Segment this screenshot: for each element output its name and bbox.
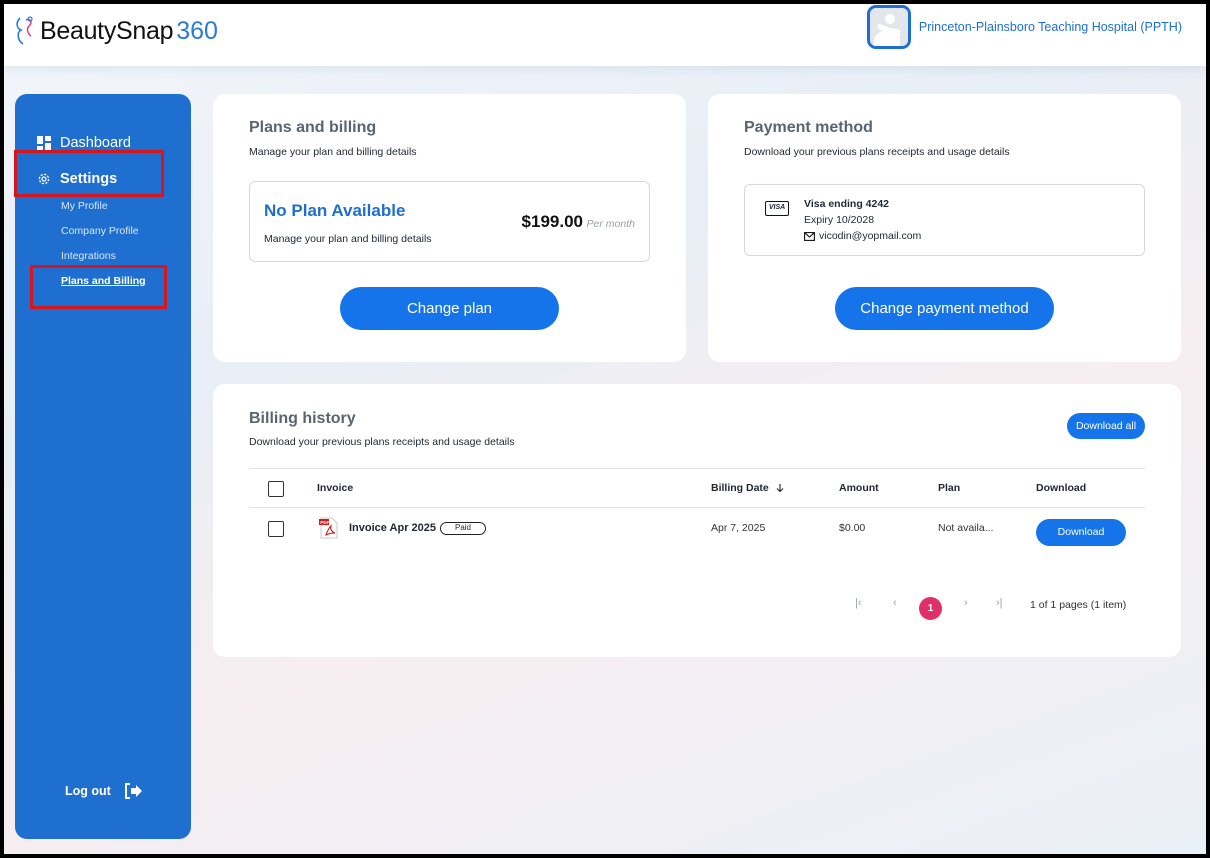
last-page-icon[interactable]: ›| [996,597,1003,609]
avatar[interactable] [866,5,911,49]
table-header-divider [249,507,1145,508]
sort-arrow-down-icon[interactable] [775,483,785,493]
billing-history-title: Billing history [249,410,356,427]
first-page-icon[interactable]: |‹ [855,597,862,609]
dashboard-icon [37,136,51,150]
app-frame: BeautySnap 360 Princeton-Plainsboro Teac… [4,4,1206,854]
sidebar-item-label: Dashboard [60,135,131,151]
change-plan-button[interactable]: Change plan [340,287,559,330]
download-all-button[interactable]: Download all [1067,413,1145,439]
previous-page-icon[interactable]: ‹ [893,597,897,609]
sidebar-item-plans-and-billing[interactable]: Plans and Billing [61,275,146,287]
plan-price: $199.00 [521,212,583,231]
plan-cell: Not availa... [938,522,994,534]
plans-title: Plans and billing [249,119,377,136]
top-bar: BeautySnap 360 Princeton-Plainsboro Teac… [4,4,1206,66]
plan-summary: No Plan Available Manage your plan and b… [249,181,650,262]
logo-mark-icon [16,16,33,45]
logout-button[interactable]: Log out [65,782,143,800]
mail-icon [804,231,815,241]
visa-card-icon: VISA [765,201,789,216]
billing-date-cell: Apr 7, 2025 [711,522,766,534]
column-billing-date[interactable]: Billing Date [711,482,785,494]
logout-icon [124,783,142,799]
app-logo[interactable]: BeautySnap 360 [14,14,218,48]
billing-history-card: Billing history Download your previous p… [213,384,1181,657]
sidebar-item-label: Settings [60,171,118,187]
invoice-name[interactable]: Invoice Apr 2025 [349,522,436,534]
sidebar-item-dashboard[interactable]: Dashboard [37,135,131,151]
column-invoice[interactable]: Invoice [317,482,353,494]
payment-title: Payment method [744,119,873,136]
organization-profile[interactable]: Princeton-Plainsboro Teaching Hospital (… [866,5,1182,49]
row-checkbox[interactable] [268,521,284,537]
download-invoice-button[interactable]: Download [1036,519,1126,546]
payment-subtitle: Download your previous plans receipts an… [744,146,1010,158]
card-expiry: Expiry 10/2028 [804,214,875,226]
gear-icon [38,173,50,185]
column-amount[interactable]: Amount [839,482,879,494]
logo-number: 360 [176,16,218,45]
sidebar: Dashboard Settings My Profile Company Pr… [15,94,191,839]
column-plan[interactable]: Plan [938,482,960,494]
payment-card-details: VISA Visa ending 4242 Expiry 10/2028 vic… [744,184,1145,256]
pdf-file-icon: PDF [319,517,338,539]
card-title: Visa ending 4242 [804,198,890,210]
table-top-divider [249,468,1145,469]
plan-description: Manage your plan and billing details [264,233,432,245]
billing-history-subtitle: Download your previous plans receipts an… [249,436,515,448]
sidebar-item-my-profile[interactable]: My Profile [61,200,108,212]
select-all-checkbox[interactable] [268,481,284,497]
sidebar-item-settings[interactable]: Settings [37,171,117,187]
sidebar-item-company-profile[interactable]: Company Profile [61,225,139,237]
plans-subtitle: Manage your plan and billing details [249,146,417,158]
page-number-current[interactable]: 1 [919,597,942,620]
amount-cell: $0.00 [839,522,866,534]
pagination-info: 1 of 1 pages (1 item) [1030,599,1127,611]
user-avatar-icon [869,8,908,46]
svg-text:PDF: PDF [320,520,329,525]
payment-card: Payment method Download your previous pl… [708,94,1181,362]
status-badge: Paid [440,522,486,535]
logo-text: BeautySnap [40,16,174,45]
next-page-icon[interactable]: › [964,597,968,609]
change-payment-method-button[interactable]: Change payment method [835,287,1054,330]
logout-label: Log out [65,784,111,798]
plan-period: Per month [586,218,635,230]
card-email: vicodin@yopmail.com [804,230,921,242]
column-billing-date-label: Billing Date [711,482,769,494]
organization-name[interactable]: Princeton-Plainsboro Teaching Hospital (… [919,20,1182,34]
card-email-text: vicodin@yopmail.com [819,230,922,242]
column-download: Download [1036,482,1087,494]
sidebar-item-integrations[interactable]: Integrations [61,250,116,262]
plan-name: No Plan Available [264,201,406,220]
plans-card: Plans and billing Manage your plan and b… [213,94,686,362]
